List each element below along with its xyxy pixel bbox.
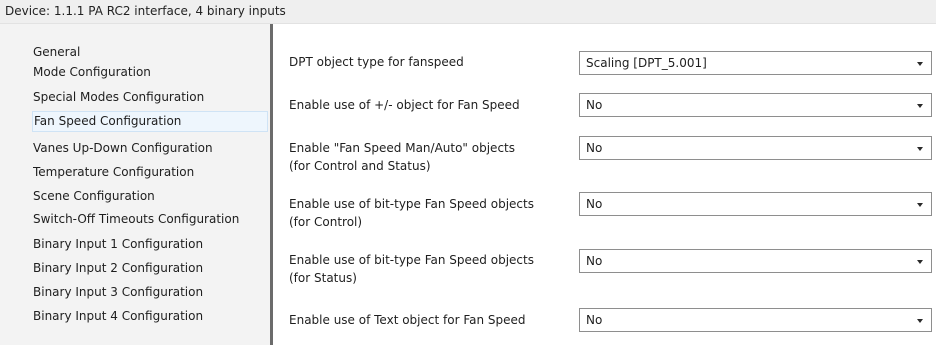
plus-minus-fanspeed-dropdown[interactable]: No	[579, 93, 932, 117]
sidebar-item-switch-off-timeouts-configuration[interactable]: Switch-Off Timeouts Configuration	[33, 209, 270, 231]
param-label-line: Enable use of Text object for Fan Speed	[289, 313, 526, 327]
device-title: Device: 1.1.1 PA RC2 interface, 4 binary…	[0, 0, 936, 24]
param-label-dpt-fanspeed: DPT object type for fanspeed	[289, 53, 579, 71]
dropdown-value: No	[586, 197, 603, 211]
dropdown-value: No	[586, 98, 603, 112]
chevron-down-icon	[917, 147, 923, 151]
chevron-down-icon	[917, 203, 923, 207]
sidebar-item-general[interactable]: General	[33, 42, 270, 64]
bit-fanspeed-control-dropdown[interactable]: No	[579, 192, 932, 216]
sidebar-item-mode-configuration[interactable]: Mode Configuration	[33, 62, 270, 84]
chevron-down-icon	[917, 62, 923, 66]
sidebar-item-scene-configuration[interactable]: Scene Configuration	[33, 186, 270, 208]
param-label-line: Enable "Fan Speed Man/Auto" objects	[289, 141, 515, 155]
text-fanspeed-dropdown[interactable]: No	[579, 308, 932, 332]
param-label-line: (for Status)	[289, 271, 357, 285]
dropdown-value: No	[586, 141, 603, 155]
sidebar: General Mode Configuration Special Modes…	[0, 24, 270, 345]
chevron-down-icon	[917, 319, 923, 323]
param-label-plus-minus-fanspeed: Enable use of +/- object for Fan Speed	[289, 96, 579, 114]
param-label-line: Enable use of bit-type Fan Speed objects	[289, 253, 534, 267]
sidebar-item-binary-input-2-configuration[interactable]: Binary Input 2 Configuration	[33, 258, 270, 280]
sidebar-item-vanes-up-down-configuration[interactable]: Vanes Up-Down Configuration	[33, 138, 270, 160]
parameter-panel: DPT object type for fanspeed Scaling [DP…	[273, 24, 936, 345]
fanspeed-man-auto-dropdown[interactable]: No	[579, 136, 932, 160]
dropdown-value: Scaling [DPT_5.001]	[586, 56, 707, 70]
dropdown-value: No	[586, 254, 603, 268]
sidebar-item-fan-speed-configuration[interactable]: Fan Speed Configuration	[32, 111, 268, 132]
dropdown-value: No	[586, 313, 603, 327]
sidebar-item-binary-input-1-configuration[interactable]: Binary Input 1 Configuration	[33, 234, 270, 256]
param-label-bit-fanspeed-status: Enable use of bit-type Fan Speed objects…	[289, 251, 579, 287]
dpt-fanspeed-dropdown[interactable]: Scaling [DPT_5.001]	[579, 51, 932, 75]
param-label-bit-fanspeed-control: Enable use of bit-type Fan Speed objects…	[289, 195, 579, 231]
sidebar-item-special-modes-configuration[interactable]: Special Modes Configuration	[33, 87, 270, 109]
param-label-line: Enable use of +/- object for Fan Speed	[289, 98, 520, 112]
param-label-line: DPT object type for fanspeed	[289, 55, 464, 69]
sidebar-item-temperature-configuration[interactable]: Temperature Configuration	[33, 162, 270, 184]
param-label-line: (for Control and Status)	[289, 159, 431, 173]
bit-fanspeed-status-dropdown[interactable]: No	[579, 249, 932, 273]
chevron-down-icon	[917, 260, 923, 264]
param-label-line: (for Control)	[289, 215, 363, 229]
chevron-down-icon	[917, 104, 923, 108]
param-label-fanspeed-man-auto: Enable "Fan Speed Man/Auto" objects (for…	[289, 139, 579, 175]
sidebar-item-binary-input-4-configuration[interactable]: Binary Input 4 Configuration	[33, 306, 270, 328]
param-label-line: Enable use of bit-type Fan Speed objects	[289, 197, 534, 211]
param-label-text-fanspeed: Enable use of Text object for Fan Speed	[289, 311, 579, 329]
sidebar-item-binary-input-3-configuration[interactable]: Binary Input 3 Configuration	[33, 282, 270, 304]
